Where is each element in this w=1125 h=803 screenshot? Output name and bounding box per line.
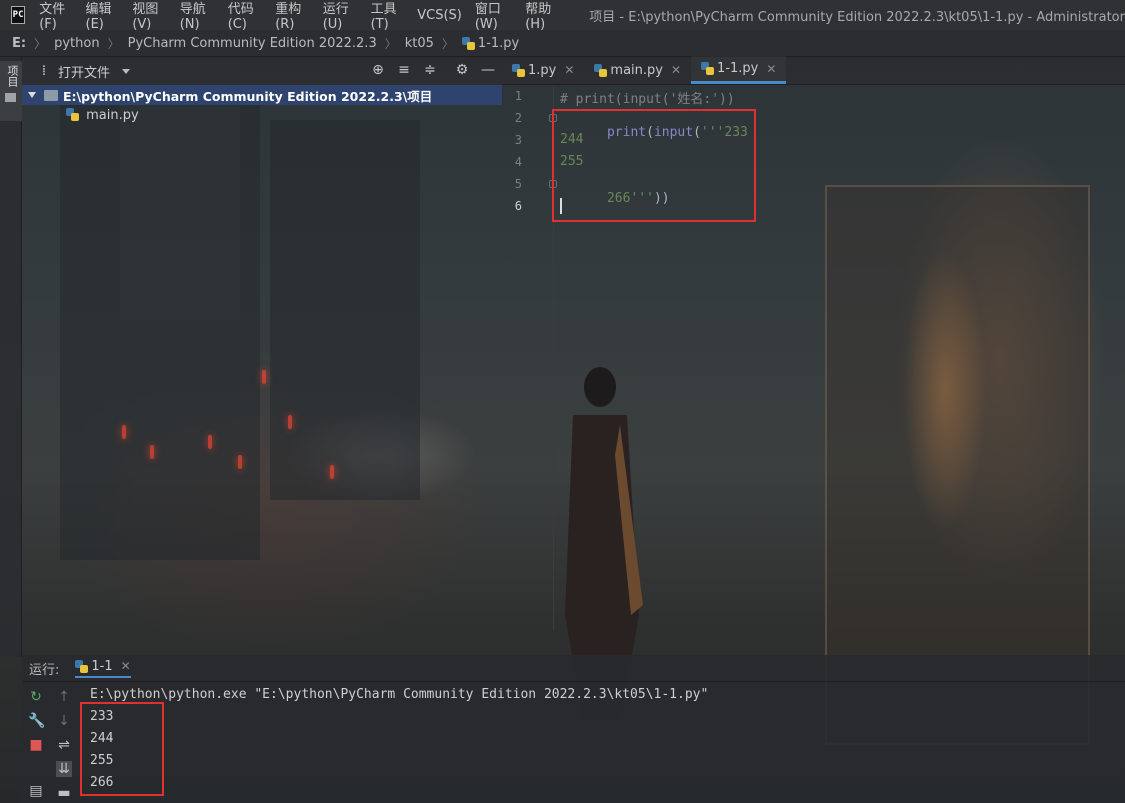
arrow-up-icon[interactable]: ↑: [56, 689, 72, 705]
wrench-icon[interactable]: 🔧: [28, 713, 45, 729]
chevron-down-icon[interactable]: [122, 68, 131, 74]
tab-1-1-py[interactable]: 1-1.py ✕: [691, 56, 787, 84]
line-number: 3: [514, 133, 522, 147]
collapse-all-icon[interactable]: ≑: [422, 62, 438, 78]
menu-run[interactable]: 运行(U): [323, 0, 358, 32]
menu-window[interactable]: 窗口(W): [475, 0, 512, 32]
folder-icon: [5, 93, 16, 102]
line-number-gutter[interactable]: 1 2 3 4 5 6: [502, 85, 554, 630]
run-toolbar: ↻ ↑ 🔧 ↓ ■ ⇌ ⇊ ▤ ▬: [22, 683, 78, 803]
console-command-line: E:\python\python.exe "E:\python\PyCharm …: [90, 687, 709, 702]
breadcrumb-drive[interactable]: E:: [12, 36, 26, 51]
project-panel: ⁞ 打开文件 ⊕ ≡ ≑ ⚙ — E:\python\PyCharm Commu…: [22, 57, 502, 655]
run-panel-header: 运行: 1-1 ✕: [22, 655, 1125, 682]
menu-edit[interactable]: 编辑(E): [86, 0, 120, 32]
menu-view[interactable]: 视图(V): [132, 0, 166, 32]
left-tool-strip: 项目: [0, 57, 22, 657]
python-file-icon: [66, 108, 79, 121]
tab-label: main.py: [610, 62, 663, 78]
menu-bar: PC 文件(F) 编辑(E) 视图(V) 导航(N) 代码(C) 重构(R) 运…: [0, 0, 1125, 32]
breadcrumb-pycharm[interactable]: PyCharm Community Edition 2022.2.3: [128, 36, 377, 51]
menu-navigate[interactable]: 导航(N): [180, 0, 215, 32]
tab-label: 1-1.py: [717, 61, 759, 76]
locate-icon[interactable]: ⊕: [370, 62, 386, 78]
pycharm-logo-icon: PC: [11, 6, 26, 24]
output-highlight-annotation: [80, 702, 164, 796]
tree-root-label: E:\python\PyCharm Community Edition 2022…: [63, 88, 433, 104]
chevron-down-icon[interactable]: [28, 92, 36, 98]
soft-wrap-icon[interactable]: ⇌: [56, 737, 72, 753]
chevron-right-icon: 〉: [441, 36, 454, 51]
project-panel-header: ⁞ 打开文件 ⊕ ≡ ≑ ⚙ —: [22, 57, 502, 85]
rerun-icon[interactable]: ↻: [28, 689, 44, 705]
layout-icon[interactable]: ▤: [28, 783, 44, 799]
minimize-icon[interactable]: —: [480, 62, 496, 78]
menu-file[interactable]: 文件(F): [39, 0, 72, 32]
expand-all-icon[interactable]: ≡: [396, 62, 412, 78]
line-number: 1: [514, 89, 522, 103]
gear-icon[interactable]: ⚙: [454, 62, 470, 78]
close-icon[interactable]: ✕: [766, 62, 776, 76]
project-tool-button[interactable]: 项目: [4, 65, 20, 87]
breadcrumb-python[interactable]: python: [54, 36, 99, 51]
menu-help[interactable]: 帮助(H): [525, 0, 560, 32]
scroll-to-end-icon[interactable]: ⇊: [56, 761, 72, 777]
python-file-icon: [594, 63, 608, 77]
folder-icon: [44, 89, 58, 101]
python-file-icon: [512, 63, 525, 77]
breadcrumb-file[interactable]: 1-1.py: [478, 36, 519, 51]
close-icon[interactable]: ✕: [564, 63, 574, 77]
menu-code[interactable]: 代码(C): [228, 0, 263, 32]
run-panel: 运行: 1-1 ✕ ↻ ↑ 🔧 ↓ ■ ⇌ ⇊ ▤ ▬ E:\python\py…: [22, 655, 1125, 803]
run-panel-label: 运行:: [29, 662, 60, 678]
stop-icon[interactable]: ■: [28, 737, 44, 753]
run-tab-label: 1-1: [91, 658, 113, 674]
editor-tabs: 1.py ✕ main.py ✕ 1-1.py ✕: [502, 56, 1125, 85]
chevron-right-icon: 〉: [107, 36, 120, 51]
line-number: 2: [514, 111, 522, 125]
menu-tools[interactable]: 工具(T): [371, 0, 405, 32]
tree-root-folder[interactable]: E:\python\PyCharm Community Edition 2022…: [22, 85, 502, 105]
code-highlight-annotation: [552, 109, 756, 222]
breadcrumb: E: 〉 python 〉 PyCharm Community Edition …: [0, 30, 1125, 57]
line-number: 5: [514, 177, 522, 191]
menu-vcs[interactable]: VCS(S): [417, 8, 462, 23]
close-icon[interactable]: ✕: [671, 63, 681, 77]
python-file-icon: [701, 62, 715, 75]
menu-refactor[interactable]: 重构(R): [275, 0, 309, 32]
tree-item-main-py[interactable]: main.py: [66, 108, 139, 123]
line-number: 6: [514, 199, 522, 213]
project-view-selector[interactable]: 打开文件: [58, 62, 110, 81]
breadcrumb-kt05[interactable]: kt05: [405, 36, 434, 51]
run-tab-1-1[interactable]: 1-1 ✕: [75, 658, 131, 678]
tab-label: 1.py: [528, 62, 557, 78]
tab-main-py[interactable]: main.py ✕: [584, 56, 691, 84]
tab-1-py[interactable]: 1.py ✕: [502, 56, 584, 84]
python-file-icon: [461, 36, 475, 50]
chevron-right-icon: 〉: [34, 36, 47, 51]
close-icon[interactable]: ✕: [121, 659, 131, 673]
window-title: 项目 - E:\python\PyCharm Community Edition…: [589, 9, 1125, 25]
python-file-icon: [75, 659, 89, 673]
print-icon[interactable]: ▬: [56, 785, 72, 801]
code-line-1: # print(input('姓名:')): [560, 92, 735, 107]
chevron-right-icon: 〉: [384, 36, 397, 51]
arrow-down-icon[interactable]: ↓: [56, 713, 72, 729]
drag-handle-icon[interactable]: ⁞: [36, 63, 52, 79]
tree-item-label: main.py: [86, 108, 139, 123]
line-number: 4: [514, 155, 522, 169]
